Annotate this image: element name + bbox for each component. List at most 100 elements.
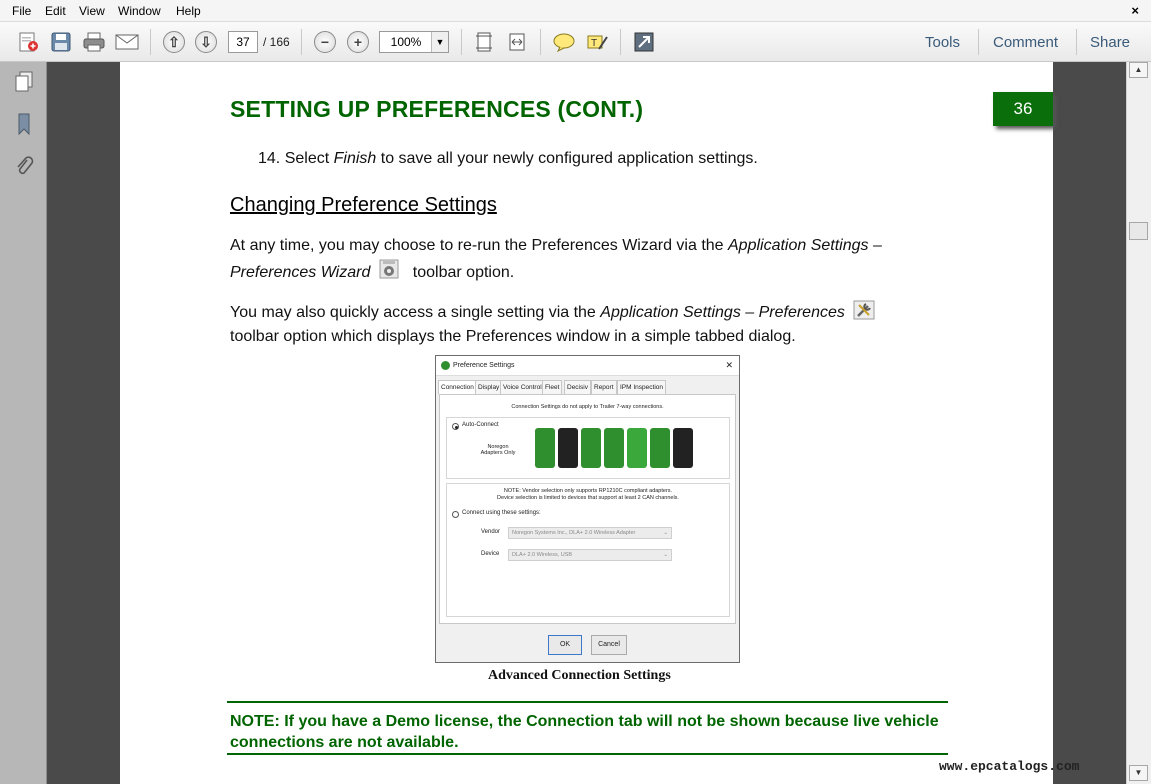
note-top-rule <box>227 701 948 703</box>
paragraph-1: At any time, you may choose to re-run th… <box>230 233 930 288</box>
tab-voice-control[interactable]: Voice Control <box>500 380 545 395</box>
preferences-tools-icon <box>853 300 875 326</box>
toolbar-separator <box>301 29 302 55</box>
zoom-in-icon[interactable]: + <box>344 28 372 56</box>
tab-connection[interactable]: Connection <box>438 380 477 395</box>
vendor-label: Vendor <box>481 529 501 535</box>
page-number-badge: 36 <box>993 92 1053 126</box>
manual-connect-group: NOTE: Vendor selection only supports RP1… <box>446 483 730 617</box>
device-select[interactable]: DLA+ 2.0 Wireless, USB ⌄ <box>508 549 672 561</box>
menu-help[interactable]: Help <box>176 4 201 18</box>
preferences-wizard-icon <box>378 258 400 288</box>
tab-display[interactable]: Display <box>475 380 503 395</box>
email-icon[interactable] <box>113 28 141 56</box>
toolbar-separator <box>620 29 621 55</box>
page-number-input[interactable]: 37 <box>228 31 258 53</box>
toolbar-separator <box>1076 29 1077 55</box>
toolbar-separator <box>150 29 151 55</box>
para2-text-a: You may also quickly access a single set… <box>230 304 601 322</box>
create-pdf-icon[interactable] <box>14 28 42 56</box>
toolbar-separator <box>540 29 541 55</box>
step-number: 14. Select <box>258 150 334 167</box>
manual-connect-label: Connect using these settings: <box>462 510 541 516</box>
dialog-titlebar: Preference Settings ✕ <box>436 356 739 376</box>
zoom-select[interactable]: 100% ▼ <box>379 31 449 53</box>
fit-page-icon[interactable] <box>470 28 498 56</box>
adapter-image <box>650 428 670 468</box>
demo-license-note: NOTE: If you have a Demo license, the Co… <box>230 713 939 751</box>
ok-button[interactable]: OK <box>548 635 582 655</box>
print-icon[interactable] <box>80 28 108 56</box>
zoom-value: 100% <box>390 35 422 49</box>
page-down-icon[interactable]: ⇩ <box>192 28 220 56</box>
fit-width-icon[interactable] <box>503 28 531 56</box>
toolbar: ⇧ ⇩ 37 / 166 − + 100% ▼ T Tools Comment … <box>0 22 1151 62</box>
menu-window[interactable]: Window <box>118 4 161 18</box>
noregon-label: Noregon Adapters Only <box>480 444 516 456</box>
connection-info: Connection Settings do not apply to Trai… <box>511 404 664 410</box>
menu-file[interactable]: File <box>12 4 31 18</box>
para2-text-b: toolbar option which displays the Prefer… <box>230 328 796 345</box>
pages-icon[interactable] <box>12 70 36 94</box>
highlight-icon[interactable]: T <box>583 28 611 56</box>
adapter-image <box>535 428 555 468</box>
page-heading: SETTING UP PREFERENCES (CONT.) <box>230 96 644 122</box>
adapter-image <box>673 428 693 468</box>
bookmarks-icon[interactable] <box>12 112 36 136</box>
toolbar-separator <box>978 29 979 55</box>
vendor-select[interactable]: Noregon Systems Inc., DLA+ 2.0 Wireless … <box>508 527 672 539</box>
note-bottom-rule <box>227 753 948 755</box>
step-emphasis: Finish <box>333 150 377 167</box>
share-link[interactable]: Share <box>1090 34 1130 51</box>
menu-bar: File Edit View Window Help × <box>0 0 1151 22</box>
comment-icon[interactable] <box>550 28 578 56</box>
attachments-icon[interactable] <box>12 154 36 178</box>
toolbar-separator <box>461 29 462 55</box>
scroll-thumb[interactable] <box>1129 222 1148 240</box>
menu-view[interactable]: View <box>79 4 105 18</box>
adapter-image <box>581 428 601 468</box>
scroll-down-icon[interactable]: ▼ <box>1129 765 1148 781</box>
preference-settings-dialog: Preference Settings ✕ Connection Display… <box>435 355 740 663</box>
dialog-body: Connection Settings do not apply to Trai… <box>439 394 736 624</box>
adapter-image <box>627 428 647 468</box>
save-icon[interactable] <box>47 28 75 56</box>
svg-text:T: T <box>591 38 597 49</box>
menu-edit[interactable]: Edit <box>45 4 66 18</box>
zoom-out-icon[interactable]: − <box>311 28 339 56</box>
cancel-button[interactable]: Cancel <box>591 635 627 655</box>
tab-report[interactable]: Report <box>591 380 617 395</box>
device-label: Device <box>481 551 500 557</box>
auto-connect-radio[interactable] <box>452 423 459 430</box>
scroll-up-icon[interactable]: ▲ <box>1129 62 1148 78</box>
adapter-image <box>604 428 624 468</box>
manual-connect-radio[interactable] <box>452 511 459 518</box>
para2-emphasis: Application Settings – Preferences <box>600 304 845 322</box>
paragraph-2: You may also quickly access a single set… <box>230 300 930 347</box>
section-heading: Changing Preference Settings <box>230 194 497 216</box>
vendor-note: NOTE: Vendor selection only supports RP1… <box>497 488 679 501</box>
para1-text-a: At any time, you may choose to re-run th… <box>230 237 728 254</box>
tools-link[interactable]: Tools <box>925 34 960 51</box>
figure-caption: Advanced Connection Settings <box>488 668 671 683</box>
tab-ipm-inspection[interactable]: IPM Inspection <box>617 380 666 395</box>
comment-link[interactable]: Comment <box>993 34 1058 51</box>
page-total: / 166 <box>263 35 290 49</box>
dialog-title: Preference Settings <box>453 362 515 369</box>
dialog-close-icon[interactable]: ✕ <box>725 360 733 371</box>
vertical-scrollbar[interactable]: ▲ ▼ <box>1126 62 1151 784</box>
step-14: 14. Select Finish to save all your newly… <box>258 148 758 169</box>
page-up-icon[interactable]: ⇧ <box>160 28 188 56</box>
tab-decisiv[interactable]: Decisiv <box>564 380 591 395</box>
auto-connect-label: Auto-Connect <box>462 422 499 428</box>
auto-connect-group: Auto-Connect Noregon Adapters Only <box>446 417 730 479</box>
chevron-down-icon[interactable]: ▼ <box>431 32 448 52</box>
pdf-page: SETTING UP PREFERENCES (CONT.) 36 14. Se… <box>120 62 1053 784</box>
adapter-image <box>558 428 578 468</box>
step-text: to save all your newly configured applic… <box>376 150 758 167</box>
navigation-pane <box>0 62 47 784</box>
tab-fleet[interactable]: Fleet <box>542 380 563 395</box>
app-logo-icon <box>441 361 450 370</box>
fullscreen-icon[interactable] <box>630 28 658 56</box>
close-document-icon[interactable]: × <box>1131 3 1139 18</box>
